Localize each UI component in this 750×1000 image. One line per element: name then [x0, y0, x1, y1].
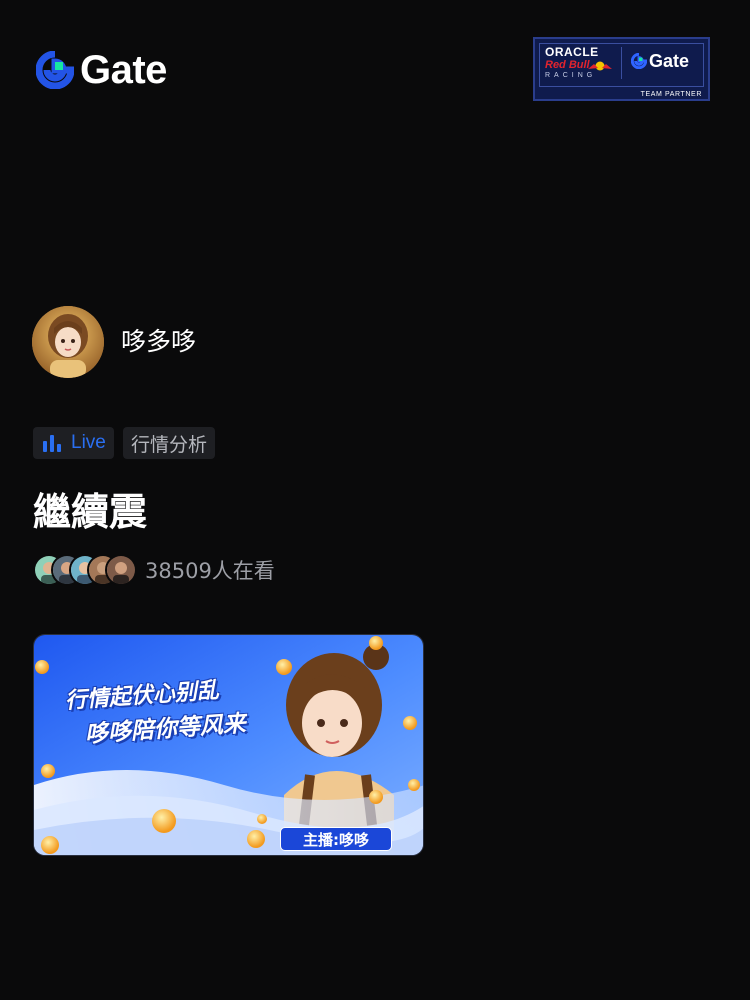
gate-logo-text: Gate — [80, 48, 167, 92]
gate-logo-icon — [36, 51, 74, 89]
live-label: Live — [71, 432, 106, 453]
host-avatar-image — [32, 306, 104, 378]
racing-text: RACING — [545, 72, 597, 79]
gate-logo[interactable]: Gate — [36, 50, 167, 90]
viewer-summary: 38509人在看 — [33, 554, 275, 586]
partner-badge: ORACLE Red Bull RACING Gate TEAM PARTNER — [533, 37, 710, 101]
partner-gate-text: Gate — [649, 51, 690, 71]
host-name[interactable]: 哆多哆 — [121, 326, 196, 358]
stream-title: 繼續震 — [33, 490, 148, 534]
bar-chart-icon — [43, 435, 61, 452]
viewer-count: 38509人在看 — [145, 559, 275, 583]
host-avatar[interactable] — [32, 306, 104, 378]
viewer-avatar — [105, 554, 137, 586]
red-bull-icon — [588, 61, 612, 71]
gate-logo-icon — [631, 53, 647, 69]
cover-host-chip: 主播:哆哆 — [280, 827, 392, 851]
partner-gate-logo: Gate — [631, 52, 689, 70]
partner-divider — [621, 47, 622, 79]
category-tag[interactable]: 行情分析 — [123, 427, 216, 459]
oracle-text: ORACLE — [545, 45, 599, 59]
red-bull-text: Red Bull — [545, 59, 590, 71]
team-partner-text: TEAM PARTNER — [640, 91, 702, 98]
live-tag: Live — [33, 427, 114, 459]
stream-cover[interactable]: 行情起伏心别乱 哆哆陪你等风来 主播:哆哆 — [33, 634, 424, 856]
